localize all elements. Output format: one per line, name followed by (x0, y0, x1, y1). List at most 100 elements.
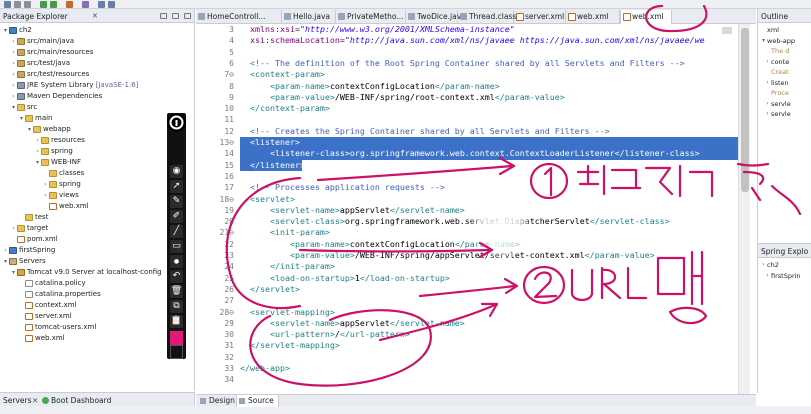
code-line[interactable]: </listener> (240, 159, 302, 171)
tree-item[interactable]: › ch2 (758, 260, 811, 271)
tree-item[interactable]: Creat (758, 67, 811, 78)
collapsed-chevron-icon[interactable]: › (10, 223, 17, 234)
chevron-icon[interactable]: › (764, 78, 771, 89)
new-icon[interactable] (4, 1, 11, 8)
boot-dashboard-tab[interactable]: Boot Dashboard (51, 396, 111, 405)
tree-item[interactable]: web.xml (0, 333, 194, 344)
tree-item[interactable]: › src/test/java (0, 58, 194, 69)
tree-item[interactable]: ▾ WEB-INF (0, 157, 194, 168)
code-line[interactable]: </web-app> (240, 363, 742, 374)
tree-item[interactable]: ▾ webapp (0, 124, 194, 135)
editor-tab[interactable]: Hello.java (282, 10, 336, 24)
chevron-icon[interactable]: ▾ (760, 36, 767, 47)
code-line[interactable]: <listener> (240, 137, 742, 149)
tree-item[interactable]: › src/main/java (0, 36, 194, 47)
tree-item[interactable]: › resources (0, 135, 194, 146)
color-swatch-black[interactable] (170, 345, 183, 359)
editor-tab[interactable]: Thread.class (458, 10, 516, 24)
collapsed-chevron-icon[interactable]: › (10, 36, 17, 47)
outline-tab[interactable]: Outline (758, 9, 811, 23)
pointer-icon[interactable]: ➚ (170, 180, 183, 193)
close-icon[interactable]: ✕ (32, 396, 38, 405)
chevron-icon[interactable]: › (764, 109, 771, 120)
tree-item[interactable]: › JRE System Library [JavaSE-1.6] (0, 80, 194, 91)
servers-tab[interactable]: Servers (3, 396, 32, 405)
code-line[interactable]: xmlns:xsi="http://www.w3.org/2001/XMLSch… (240, 24, 742, 35)
source-tab[interactable]: Source (236, 395, 279, 407)
code-line[interactable]: <!-- Processes application requests --> (240, 182, 742, 193)
close-icon[interactable]: ✕ (92, 12, 98, 20)
tree-item[interactable]: pom.xml (0, 234, 194, 245)
expanded-chevron-icon[interactable]: ▾ (10, 267, 17, 278)
code-line[interactable]: </servlet> (240, 284, 742, 295)
tree-item[interactable]: ▾ main (0, 113, 194, 124)
expanded-chevron-icon[interactable]: ▾ (2, 256, 9, 267)
collapsed-chevron-icon[interactable]: › (10, 69, 17, 80)
code-line[interactable]: </context-param> (240, 103, 742, 114)
code-line[interactable]: <servlet-mapping> (240, 307, 742, 318)
tree-item[interactable]: ▾ Servers (0, 256, 194, 267)
tree-item[interactable]: › servle (758, 109, 811, 120)
editor-tab[interactable]: server.xml (514, 10, 566, 24)
eraser-icon[interactable]: ▭ (170, 240, 183, 253)
tree-item[interactable]: › spring (0, 179, 194, 190)
collapsed-chevron-icon[interactable]: › (34, 135, 41, 146)
expanded-chevron-icon[interactable]: ▾ (26, 124, 33, 135)
chevron-icon[interactable]: › (760, 260, 767, 271)
collapsed-chevron-icon[interactable]: › (10, 91, 17, 102)
line-icon[interactable]: ╱ (170, 225, 183, 238)
tree-item[interactable]: › firstSpring (0, 245, 194, 256)
chevron-icon[interactable]: › (764, 99, 771, 110)
collapsed-chevron-icon[interactable]: › (34, 146, 41, 157)
eye-icon[interactable]: ◉ (170, 165, 183, 178)
tree-item[interactable]: classes (0, 168, 194, 179)
minimize-icon[interactable] (172, 13, 179, 19)
undo-icon[interactable]: ↶ (170, 270, 183, 283)
code-line[interactable]: <listener-class>org.springframework.web.… (240, 148, 742, 160)
server-start-icon[interactable] (66, 1, 73, 8)
code-line[interactable]: <!-- Creates the Spring Container shared… (240, 126, 742, 137)
tree-item[interactable]: test (0, 212, 194, 223)
tree-item[interactable]: context.xml (0, 300, 194, 311)
tree-item[interactable]: › firstSprin (758, 271, 811, 282)
maximize-icon[interactable] (184, 13, 191, 19)
tree-item[interactable]: › src/main/resources (0, 47, 194, 58)
code-line[interactable]: xsi:schemaLocation="http://java.sun.com/… (240, 35, 742, 46)
code-line[interactable]: <url-pattern>/</url-pattern> (240, 329, 742, 340)
clipboard-icon[interactable]: 📋 (170, 315, 183, 328)
package-explorer-tab[interactable]: Package Explorer ✕ (0, 9, 194, 23)
tree-item[interactable]: web.xml (0, 201, 194, 212)
highlighter-icon[interactable]: ✐ (170, 210, 183, 223)
collapsed-chevron-icon[interactable]: › (10, 47, 17, 58)
tree-item[interactable]: › Maven Dependencies (0, 91, 194, 102)
expanded-chevron-icon[interactable]: ▾ (10, 102, 17, 113)
tree-item[interactable]: › spring (0, 146, 194, 157)
navigate-back-icon[interactable] (98, 1, 105, 8)
tree-item[interactable]: catalina.properties (0, 289, 194, 300)
tree-item[interactable]: xml (758, 25, 811, 36)
screenshot-icon[interactable]: ⧉ (170, 300, 183, 313)
tree-item[interactable]: tomcat-users.xml (0, 322, 194, 333)
code-line[interactable]: <servlet-name>appServlet</servlet-name> (240, 318, 742, 329)
tree-item[interactable]: › conte (758, 57, 811, 68)
tree-item[interactable]: › listen (758, 78, 811, 89)
chevron-icon[interactable]: › (764, 57, 771, 68)
code-line[interactable]: <param-name>contextConfigLocation</param… (240, 81, 742, 92)
tree-item[interactable]: Proce (758, 88, 811, 99)
tree-item[interactable]: ▾ ch2 (0, 25, 194, 36)
collapsed-chevron-icon[interactable]: › (42, 190, 49, 201)
search-icon[interactable] (82, 1, 89, 8)
collapsed-chevron-icon[interactable]: › (2, 245, 9, 256)
color-swatch-magenta[interactable] (170, 331, 183, 345)
collapsed-chevron-icon[interactable]: › (42, 179, 49, 190)
tree-item[interactable]: › views (0, 190, 194, 201)
tree-item[interactable]: ▾ web-app (758, 36, 811, 47)
run-icon[interactable] (50, 1, 57, 8)
code-line[interactable]: </servlet-mapping> (240, 340, 742, 351)
expanded-chevron-icon[interactable]: ▾ (2, 25, 9, 36)
code-line[interactable]: <param-value>/WEB-INF/spring/root-contex… (240, 92, 742, 103)
code-line[interactable]: <!-- The definition of the Root Spring C… (240, 58, 742, 69)
save-icon[interactable] (14, 1, 21, 8)
editor-tab[interactable]: PrivateMetho... (336, 10, 406, 24)
trash-icon[interactable]: 🗑 (170, 285, 183, 298)
